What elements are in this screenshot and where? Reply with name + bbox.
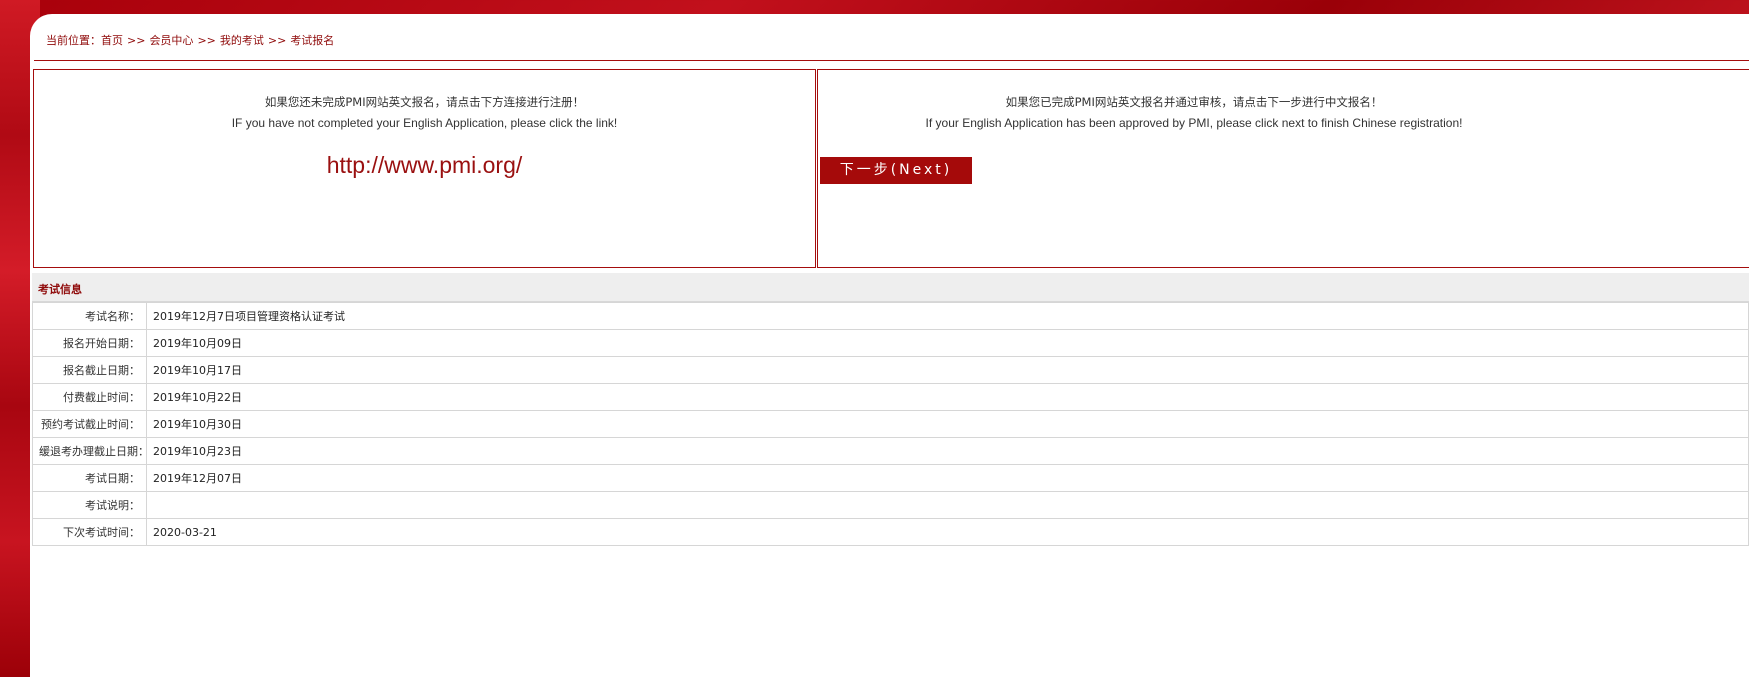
table-row: 预约考试截止时间： 2019年10月30日	[32, 410, 1749, 438]
chinese-registration-box: 如果您已完成PMI网站英文报名并通过审核，请点击下一步进行中文报名！ If yo…	[817, 69, 1749, 268]
chinese-registration-notice-en: If your English Application has been app…	[925, 116, 1463, 130]
row-label: 付费截止时间：	[32, 383, 147, 411]
table-row: 缓退考办理截止日期： 2019年10月23日	[32, 437, 1749, 465]
breadcrumb: 当前位置：首页 >> 会员中心 >> 我的考试 >> 考试报名	[46, 34, 334, 60]
english-application-box: 如果您还未完成PMI网站英文报名，请点击下方连接进行注册！ IF you hav…	[33, 69, 816, 268]
row-label: 考试说明：	[32, 491, 147, 519]
breadcrumb-divider	[34, 60, 1749, 61]
main-panel: 当前位置：首页 >> 会员中心 >> 我的考试 >> 考试报名 如果您还未完成PMI网站英文…	[30, 14, 1749, 677]
english-application-notice-cn: 如果您还未完成PMI网站英文报名，请点击下方连接进行注册！	[264, 95, 585, 109]
breadcrumb-member-center[interactable]: 会员中心	[149, 34, 193, 47]
exam-info-table: 考试名称： 2019年12月7日项目管理资格认证考试 报名开始日期： 2019年…	[32, 302, 1749, 546]
row-value: 2019年10月22日	[146, 383, 1749, 411]
pmi-website-link[interactable]: http://www.pmi.org/	[34, 152, 815, 179]
row-label: 缓退考办理截止日期：	[32, 437, 147, 465]
table-row: 下次考试时间： 2020-03-21	[32, 518, 1749, 546]
row-label: 考试名称：	[32, 302, 147, 330]
row-label: 下次考试时间：	[32, 518, 147, 546]
row-label: 预约考试截止时间：	[32, 410, 147, 438]
row-value: 2019年10月17日	[146, 356, 1749, 384]
breadcrumb-exam-registration[interactable]: 考试报名	[290, 34, 334, 47]
breadcrumb-separator: >>	[197, 34, 216, 47]
row-label: 报名截止日期：	[32, 356, 147, 384]
breadcrumb-prefix: 当前位置：	[46, 34, 101, 47]
table-row: 考试日期： 2019年12月07日	[32, 464, 1749, 492]
next-button[interactable]: 下一步(Next)	[820, 157, 972, 184]
breadcrumb-home[interactable]: 首页	[101, 34, 123, 47]
row-value: 2019年10月09日	[146, 329, 1749, 357]
row-label: 报名开始日期：	[32, 329, 147, 357]
exam-info-title: 考试信息	[38, 283, 82, 296]
chinese-registration-notice-cn: 如果您已完成PMI网站英文报名并通过审核，请点击下一步进行中文报名！	[1005, 95, 1383, 109]
row-value: 2019年10月30日	[146, 410, 1749, 438]
exam-info-header: 考试信息	[32, 273, 1749, 302]
row-value: 2019年12月07日	[146, 464, 1749, 492]
table-row: 报名开始日期： 2019年10月09日	[32, 329, 1749, 357]
table-row: 付费截止时间： 2019年10月22日	[32, 383, 1749, 411]
row-value	[146, 491, 1749, 519]
table-row: 报名截止日期： 2019年10月17日	[32, 356, 1749, 384]
row-value: 2019年12月7日项目管理资格认证考试	[146, 302, 1749, 330]
row-value: 2019年10月23日	[146, 437, 1749, 465]
breadcrumb-my-exams[interactable]: 我的考试	[220, 34, 264, 47]
breadcrumb-separator: >>	[267, 34, 287, 47]
breadcrumb-separator: >>	[127, 34, 146, 47]
row-value: 2020-03-21	[146, 518, 1749, 546]
english-application-notice-en: IF you have not completed your English A…	[231, 116, 618, 130]
table-row: 考试名称： 2019年12月7日项目管理资格认证考试	[32, 302, 1749, 330]
row-label: 考试日期：	[32, 464, 147, 492]
table-row: 考试说明：	[32, 491, 1749, 519]
